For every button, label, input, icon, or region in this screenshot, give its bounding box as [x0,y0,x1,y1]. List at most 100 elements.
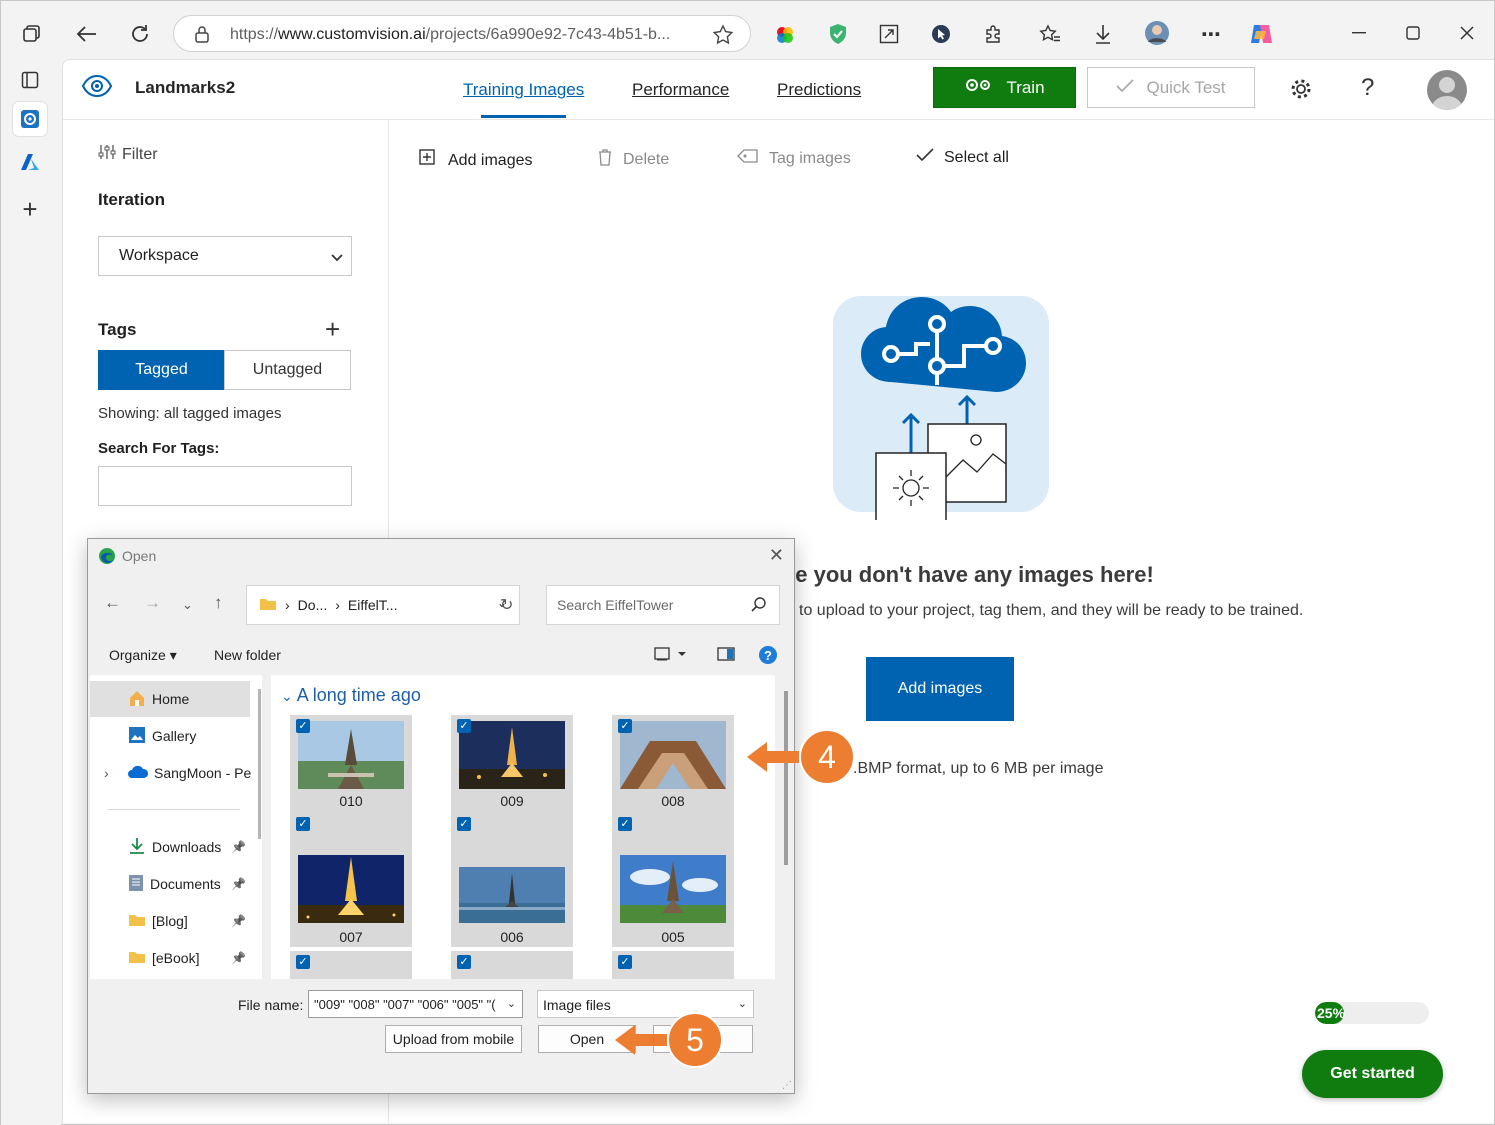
user-avatar[interactable] [1427,70,1467,110]
settings-gear-icon[interactable] [1289,77,1313,106]
delete-button[interactable]: Delete [597,148,669,171]
profile-extension-icon[interactable] [1143,19,1171,47]
copilot-icon[interactable] [1247,20,1275,48]
selected-checkbox-icon[interactable]: ✓ [296,955,310,969]
nav-divider [108,809,240,810]
preview-pane-icon[interactable] [717,647,735,664]
maximize-icon[interactable] [1401,21,1425,45]
selected-checkbox-icon[interactable]: ✓ [296,719,310,733]
selected-checkbox-icon[interactable]: ✓ [457,955,471,969]
nav-pane-scrollbar[interactable] [258,689,261,839]
expand-chevron-icon[interactable]: › [104,765,109,781]
downloads-icon[interactable] [1091,22,1115,46]
more-icon[interactable]: ⋯ [1199,22,1223,46]
search-tags-input[interactable] [98,466,352,506]
address-bar[interactable]: https://www.customvision.ai/projects/6a9… [173,15,751,52]
azure-icon[interactable] [13,145,47,179]
expand-icon[interactable] [877,22,901,46]
breadcrumb-eiffeltower[interactable]: EiffelT... [348,597,398,613]
add-tag-icon[interactable]: + [325,316,340,342]
dialog-file-list: ⌄ A long time ago 010 ✓ 009 ✓ 008 ✓ 007 ✓ 006 ✓ 00… [271,675,775,979]
view-options-icon[interactable] [654,647,688,664]
refresh-icon[interactable] [126,20,154,48]
dialog-breadcrumb[interactable]: › Do... › EiffelT... ⌄ [246,585,520,625]
close-window-icon[interactable] [1455,21,1479,45]
cursor-extension-icon[interactable] [929,22,953,46]
tab-performance[interactable]: Performance [632,80,729,100]
tab-predictions[interactable]: Predictions [777,80,861,100]
custom-vision-app-icon[interactable] [13,102,47,136]
selected-checkbox-icon[interactable]: ✓ [457,817,471,831]
file-tile[interactable]: 006 ✓ [451,815,573,947]
extensions-puzzle-icon[interactable] [981,22,1005,46]
browser-sidebar: + [1,59,61,1125]
upload-from-mobile-button[interactable]: Upload from mobile [385,1025,522,1053]
dialog-close-icon[interactable]: ✕ [769,545,784,566]
file-tile[interactable]: 005 ✓ [612,815,734,947]
dialog-back-icon[interactable]: ← [104,593,121,613]
pin-icon[interactable]: 📌 [231,840,246,854]
nav-item[interactable]: Home [90,681,250,717]
nav-item-label: Documents [150,876,221,892]
dialog-search-input[interactable]: Search EiffelTower [546,585,780,625]
dialog-help-icon[interactable]: ? [758,645,778,668]
add-sidebar-app-icon[interactable]: + [13,192,47,226]
new-folder-button[interactable]: New folder [214,647,281,663]
checkmark-icon [916,148,934,167]
nav-item[interactable]: Documents 📌 [90,866,250,902]
train-button[interactable]: Train [933,67,1076,108]
file-tile-partial[interactable]: ✓ [451,951,573,979]
shield-extension-icon[interactable] [826,22,850,46]
nav-item[interactable]: › SangMoon - Pe [90,755,251,791]
train-button-label: Train [1006,77,1045,97]
dialog-forward-icon[interactable]: → [144,593,161,613]
tagged-toggle[interactable]: Tagged [98,350,225,390]
tab-actions-icon[interactable] [19,21,45,47]
get-started-button[interactable]: Get started [1302,1050,1443,1098]
favorite-star-icon[interactable] [712,24,734,51]
file-tile-partial[interactable]: ✓ [290,951,412,979]
dialog-up-icon[interactable]: ↑ [214,593,223,613]
add-images-button[interactable]: Add images [866,657,1014,721]
minimize-icon[interactable] [1347,23,1371,43]
back-icon[interactable] [73,21,101,47]
select-all-button[interactable]: Select all [916,148,1009,167]
selected-checkbox-icon[interactable]: ✓ [618,719,632,733]
nav-item[interactable]: Gallery [90,718,250,754]
nav-item[interactable]: [eBook] 📌 [90,940,250,976]
selected-checkbox-icon[interactable]: ✓ [618,817,632,831]
tab-training-images[interactable]: Training Images [463,80,584,100]
checkmark-icon [1116,78,1135,98]
file-tile-partial[interactable]: ✓ [612,951,734,979]
selected-checkbox-icon[interactable]: ✓ [296,817,310,831]
add-images-toolbar-button[interactable]: Add images [418,148,533,173]
favorites-icon[interactable] [1038,22,1062,46]
nav-item[interactable]: Downloads 📌 [90,829,250,865]
quick-test-button[interactable]: Quick Test [1087,67,1255,108]
file-name-input[interactable]: "009" "008" "007" "006" "005" "( ⌄ [308,990,523,1018]
untagged-toggle[interactable]: Untagged [224,350,351,390]
resize-grip-icon[interactable]: ⋰ [782,1080,792,1091]
iteration-select[interactable]: Workspace [98,236,352,276]
filter-button[interactable]: Filter [98,144,158,165]
nav-item[interactable]: [Blog] 📌 [90,903,250,939]
dialog-refresh-icon[interactable]: ↻ [500,595,513,615]
breadcrumb-documents[interactable]: Do... [298,597,328,613]
dialog-navigation-pane: Home Gallery › SangMoon - Pe Downloads 📌 Docum… [90,675,262,979]
url-text[interactable]: https://www.customvision.ai/projects/6a9… [230,26,670,44]
file-tile[interactable]: 007 ✓ [290,815,412,947]
file-group-header[interactable]: ⌄ A long time ago [281,685,421,706]
selected-checkbox-icon[interactable]: ✓ [618,955,632,969]
sidebar-toggle-icon[interactable] [13,63,47,97]
help-icon[interactable]: ? [1361,74,1374,102]
lock-icon[interactable] [194,25,210,48]
organize-menu[interactable]: Organize ▾ [109,647,177,664]
pin-icon[interactable]: 📌 [231,877,246,891]
custom-vision-logo-icon[interactable] [81,74,113,103]
color-extension-icon[interactable] [773,23,797,47]
pin-icon[interactable]: 📌 [231,951,246,965]
selected-checkbox-icon[interactable]: ✓ [457,719,471,733]
pin-icon[interactable]: 📌 [231,914,246,928]
dialog-recent-chevron-icon[interactable]: ⌄ [182,597,193,613]
tag-images-button[interactable]: Tag images [737,148,851,169]
